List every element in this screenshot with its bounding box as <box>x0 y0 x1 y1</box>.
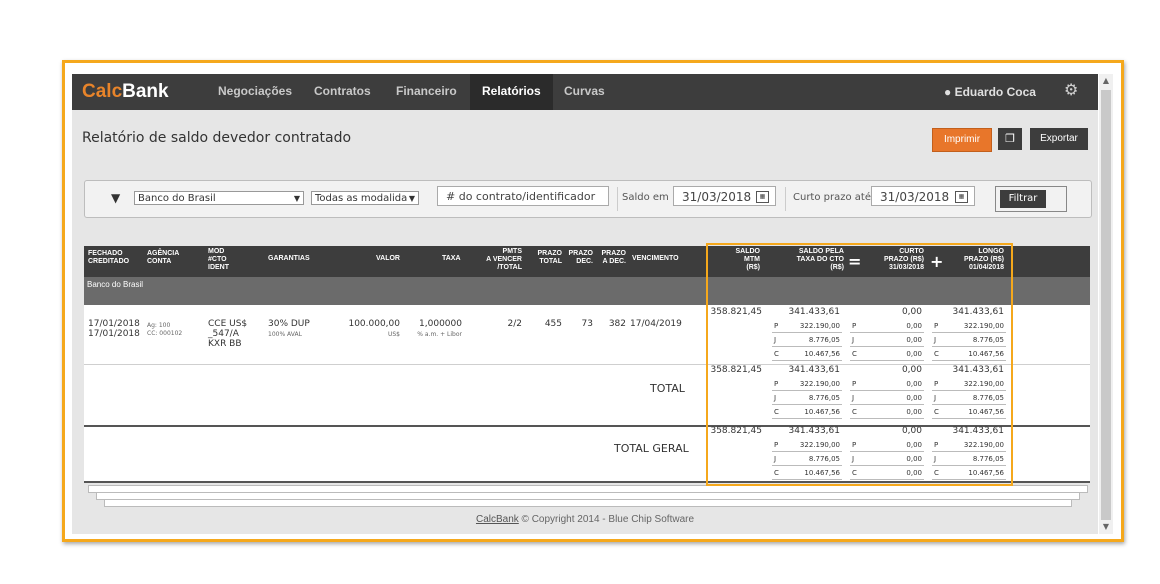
footer-link[interactable]: CalcBank <box>476 514 519 525</box>
calendar-icon[interactable]: ▦ <box>955 191 968 203</box>
paper-sheet <box>104 499 1072 507</box>
app-logo[interactable]: CalcBank <box>82 81 169 103</box>
col-vencimento[interactable]: VENCIMENTO <box>632 255 679 263</box>
funnel-icon: ▼ <box>111 191 121 205</box>
contract-search-input[interactable]: # do contrato/identificador <box>437 186 609 206</box>
top-navbar: CalcBank Negociações Contratos Financeir… <box>72 74 1098 110</box>
divider <box>617 187 618 211</box>
curto-prazo-label: Curto prazo até <box>793 192 871 203</box>
calendar-icon[interactable]: ▦ <box>756 191 769 203</box>
chevron-down-icon: ▼ <box>293 194 300 203</box>
chevron-down-icon: ▼ <box>408 194 415 203</box>
vertical-scrollbar[interactable]: ▲ ▼ <box>1099 74 1113 534</box>
col-pmts[interactable]: PMTS A VENCER /TOTAL <box>478 248 522 272</box>
col-agencia[interactable]: AGÊNCIA CONTA <box>147 250 179 266</box>
print-button[interactable]: Imprimir <box>932 128 992 152</box>
filter-button[interactable]: Filtrar <box>995 186 1067 212</box>
user-icon: ● <box>944 85 952 99</box>
column-highlight <box>706 243 1013 486</box>
copy-icon: ❐ <box>1005 132 1015 145</box>
nav-negociacoes[interactable]: Negociações <box>212 74 298 110</box>
scroll-down-icon[interactable]: ▼ <box>1099 520 1113 534</box>
modality-select[interactable]: Todas as modalida ▼ <box>311 191 419 205</box>
user-menu[interactable]: ● Eduardo Coca <box>944 74 1036 110</box>
divider <box>785 187 786 211</box>
user-name: Eduardo Coca <box>954 85 1036 99</box>
nav-contratos[interactable]: Contratos <box>308 74 377 110</box>
gear-icon[interactable]: ⚙ <box>1064 82 1080 98</box>
col-prazo-dec[interactable]: PRAZO DEC. <box>567 250 594 266</box>
nav-financeiro[interactable]: Financeiro <box>390 74 463 110</box>
col-fechado[interactable]: FECHADO CREDITADO <box>88 250 129 266</box>
curto-date-input[interactable]: 31/03/2018 ▦ <box>871 186 975 206</box>
scroll-up-icon[interactable]: ▲ <box>1099 74 1113 88</box>
copy-button[interactable]: ❐ <box>998 128 1022 150</box>
saldo-label: Saldo em <box>622 192 669 203</box>
nav-curvas[interactable]: Curvas <box>558 74 611 110</box>
scroll-thumb[interactable] <box>1101 90 1111 520</box>
footer: CalcBank © Copyright 2014 - Blue Chip So… <box>72 514 1098 525</box>
col-taxa[interactable]: TAXA <box>442 255 461 263</box>
filter-bar: ▼ Banco do Brasil ▼ Todas as modalida ▼ # … <box>84 180 1092 218</box>
col-valor[interactable]: VALOR <box>376 255 400 263</box>
nav-relatorios[interactable]: Relatórios <box>470 74 553 110</box>
bank-select[interactable]: Banco do Brasil ▼ <box>134 191 304 205</box>
saldo-date-input[interactable]: 31/03/2018 ▦ <box>673 186 776 206</box>
export-button[interactable]: Exportar <box>1030 128 1088 150</box>
page-title: Relatório de saldo devedor contratado <box>82 130 352 146</box>
col-garantias[interactable]: GARANTIAS <box>268 255 310 263</box>
col-prazo-adec[interactable]: PRAZO A DEC. <box>596 250 627 266</box>
footer-copyright: © Copyright 2014 - Blue Chip Software <box>518 514 695 525</box>
col-prazo-total[interactable]: PRAZO TOTAL <box>534 250 563 266</box>
col-mod[interactable]: MOD #CTO IDENT <box>208 248 229 272</box>
